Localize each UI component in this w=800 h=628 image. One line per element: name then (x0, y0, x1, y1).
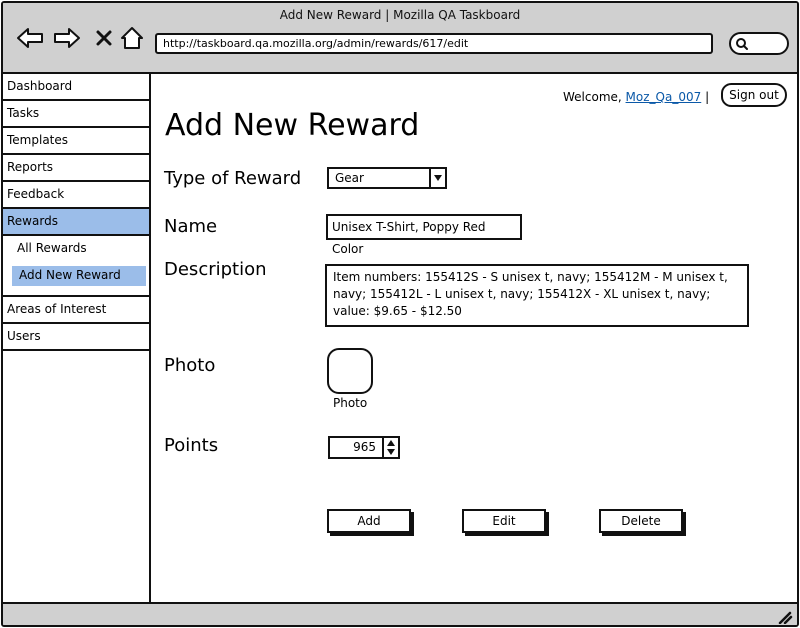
sidebar-item-users[interactable]: Users (3, 324, 149, 351)
sidebar-item-tasks[interactable]: Tasks (3, 101, 149, 128)
edit-button[interactable]: Edit (462, 509, 546, 533)
sidebar-subitem-label: All Rewards (17, 241, 87, 255)
photo-caption: Photo (333, 396, 368, 410)
sidebar-item-reports[interactable]: Reports (3, 155, 149, 182)
sidebar-item-rewards[interactable]: Rewards (3, 209, 149, 236)
stop-icon[interactable] (89, 25, 119, 51)
sidebar-subitem-label: Add New Reward (19, 268, 121, 282)
points-stepper[interactable]: 965 (328, 436, 400, 459)
sidebar-subitem-all-rewards[interactable]: All Rewards (3, 236, 149, 263)
browser-search-box[interactable] (729, 32, 789, 55)
address-bar[interactable]: http://taskboard.qa.mozilla.org/admin/re… (155, 33, 713, 54)
description-textarea[interactable]: Item numbers: 155412S - S unisex t, navy… (325, 264, 749, 327)
type-of-reward-select[interactable]: Gear (327, 167, 447, 189)
points-value: 965 (353, 440, 376, 454)
name-input[interactable]: Unisex T-Shirt, Poppy Red Color (326, 214, 522, 256)
sidebar-item-areas-of-interest[interactable]: Areas of Interest (3, 295, 149, 324)
sidebar-item-dashboard[interactable]: Dashboard (3, 74, 149, 101)
type-of-reward-label: Type of Reward (164, 168, 302, 189)
forward-icon[interactable] (52, 25, 82, 51)
search-icon (736, 38, 748, 50)
description-label: Description (164, 259, 267, 280)
sidebar-item-feedback[interactable]: Feedback (3, 182, 149, 209)
browser-window: Add New Reward | Mozilla QA Taskboard ht… (1, 1, 799, 627)
sidebar-item-templates[interactable]: Templates (3, 128, 149, 155)
resize-grip-icon[interactable] (777, 610, 793, 624)
photo-label: Photo (164, 355, 216, 376)
sidebar-subitem-add-new-reward[interactable]: Add New Reward (3, 263, 149, 290)
sign-out-button[interactable]: Sign out (721, 83, 787, 107)
page-title: Add New Reward (165, 108, 420, 143)
home-icon[interactable] (117, 25, 147, 51)
status-bar (3, 602, 797, 625)
photo-image-placeholder[interactable] (327, 348, 373, 394)
main-content: Welcome, Moz_Qa_007 | Sign out Add New R… (151, 74, 797, 602)
username-link[interactable]: Moz_Qa_007 (626, 90, 702, 104)
type-of-reward-value: Gear (335, 171, 364, 185)
chevron-down-icon[interactable] (429, 169, 445, 187)
name-label: Name (164, 216, 218, 237)
sidebar-nav: Dashboard Tasks Templates Reports Feedba… (3, 74, 151, 602)
back-icon[interactable] (15, 25, 45, 51)
welcome-separator: | (705, 90, 710, 104)
welcome-prefix: Welcome, (563, 90, 622, 104)
stepper-arrows-icon[interactable] (382, 438, 398, 457)
add-button[interactable]: Add (327, 509, 411, 533)
welcome-text: Welcome, Moz_Qa_007 | (563, 90, 709, 104)
delete-button[interactable]: Delete (599, 509, 683, 533)
title-bar: Add New Reward | Mozilla QA Taskboard ht… (3, 3, 797, 74)
window-title: Add New Reward | Mozilla QA Taskboard (279, 8, 521, 22)
points-label: Points (164, 435, 219, 456)
